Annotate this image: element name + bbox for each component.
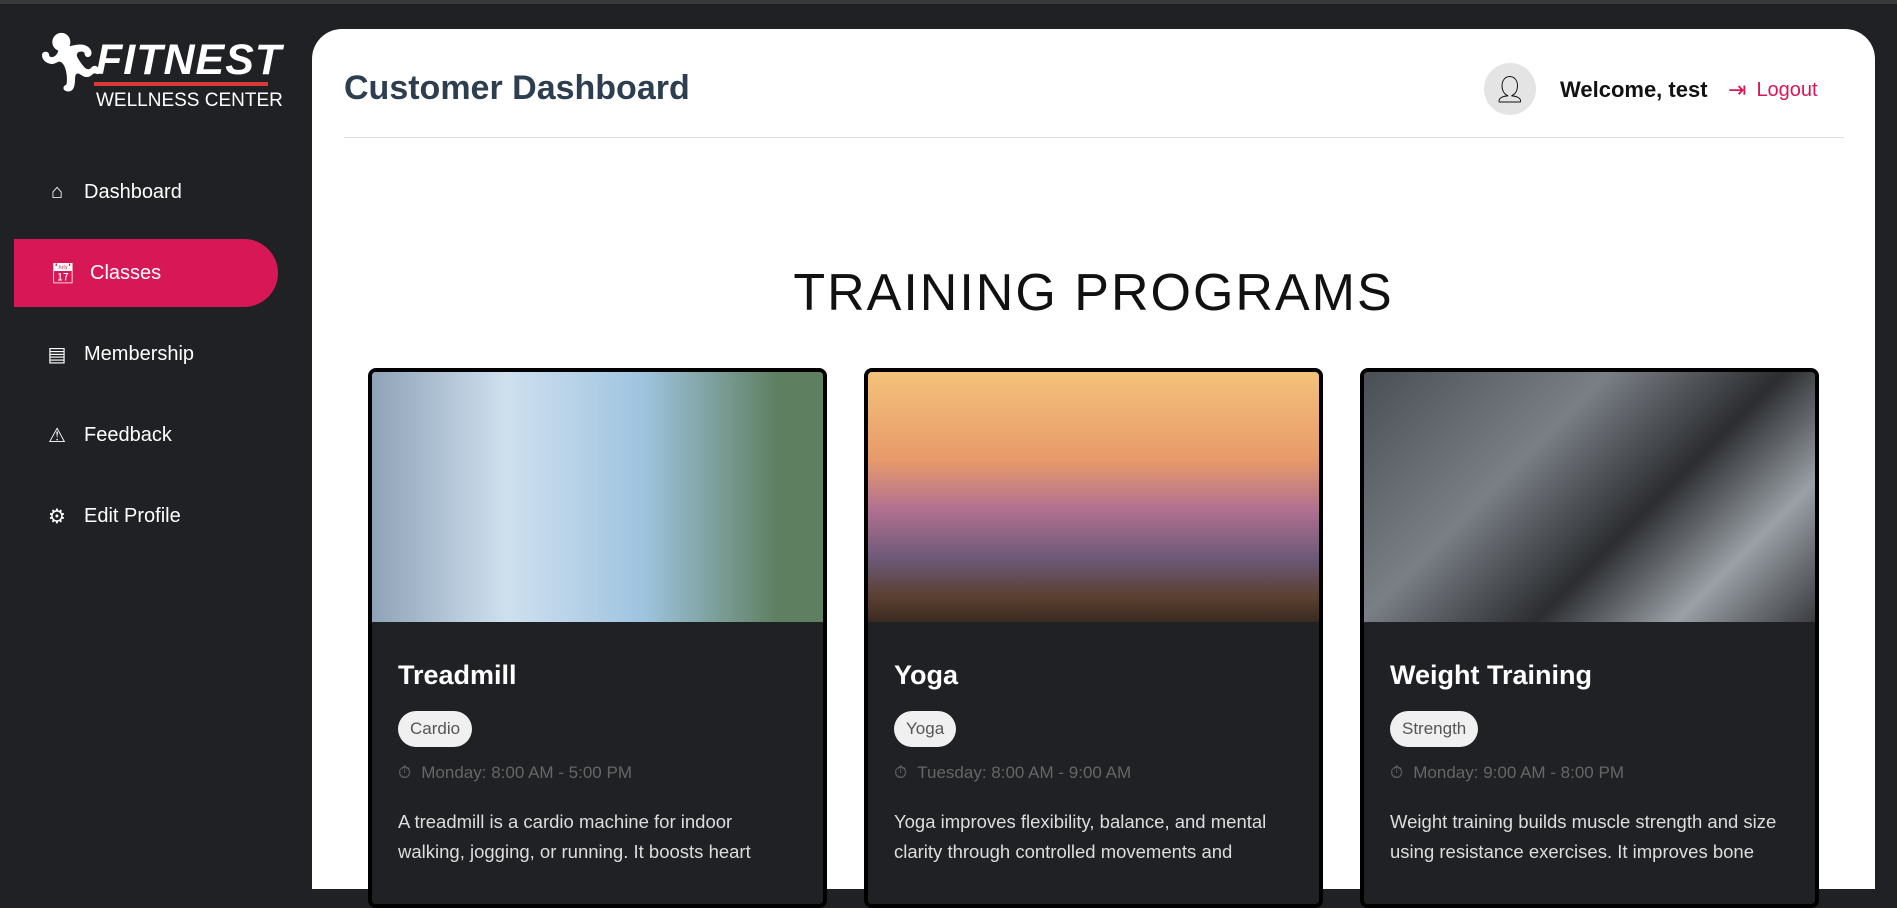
program-image — [868, 372, 1319, 622]
sidebar-item-label: Classes — [90, 261, 162, 284]
logo-divider — [94, 82, 268, 86]
sidebar-item-membership[interactable]: ▤ Membership — [14, 320, 278, 388]
sidebar-item-label: Feedback — [84, 423, 172, 446]
clock-icon: ⏱ — [1390, 763, 1404, 782]
welcome-text: Welcome, test — [1560, 77, 1708, 102]
avatar[interactable]: 👤︎ — [1484, 63, 1536, 115]
sidebar-item-classes[interactable]: 📅︎ Classes — [14, 239, 278, 307]
sidebar-item-label: Membership — [84, 342, 195, 365]
clock-icon: ⏱ — [894, 763, 908, 782]
section-title: TRAINING PROGRAMS — [793, 264, 1394, 322]
calendar-check-icon: 📅︎ — [50, 262, 76, 285]
schedule-text: Monday: 8:00 AM - 5:00 PM — [421, 763, 632, 782]
logout-icon: ⇥ — [1728, 77, 1747, 102]
program-description: Yoga improves flexibility, balance, and … — [894, 811, 1267, 862]
clock-icon: ⏱ — [398, 763, 412, 782]
program-image — [372, 372, 823, 622]
user-icon: 👤︎ — [1493, 73, 1527, 104]
program-title: Yoga — [894, 660, 959, 690]
logout-label: Logout — [1756, 78, 1818, 101]
program-description: A treadmill is a cardio machine for indo… — [398, 811, 751, 862]
feedback-icon: ⚠︎ — [48, 424, 66, 447]
logo-name: FITNEST — [96, 36, 283, 84]
sidebar-item-label: Dashboard — [84, 180, 182, 203]
sidebar-item-edit-profile[interactable]: ⚙︎ Edit Profile — [14, 482, 278, 550]
sidebar-nav: ⌂ Dashboard 📅︎ Classes ▤ Membership ⚠︎ Feedb… — [14, 158, 278, 563]
logo: 🏃︎ FITNEST WELLNESS CENTER — [34, 32, 284, 112]
logo-subtitle: WELLNESS CENTER — [96, 90, 283, 111]
user-gear-icon: ⚙︎ — [48, 505, 66, 528]
program-description: Weight training builds muscle strength a… — [1390, 811, 1777, 862]
program-card-weight-training[interactable]: Weight Training Strength ⏱ Monday: 9:00 A… — [1360, 368, 1819, 908]
sidebar-item-feedback[interactable]: ⚠︎ Feedback — [14, 401, 278, 469]
sidebar: 🏃︎ FITNEST WELLNESS CENTER ⌂ Dashboard 📅︎… — [0, 4, 312, 870]
program-card-yoga[interactable]: Yoga Yoga ⏱ Tuesday: 8:00 AM - 9:00 AM Yo… — [864, 368, 1323, 908]
program-schedule: ⏱ Monday: 9:00 AM - 8:00 PM — [1390, 763, 1789, 783]
schedule-text: Tuesday: 8:00 AM - 9:00 AM — [917, 763, 1132, 782]
sidebar-item-label: Edit Profile — [84, 504, 181, 527]
schedule-text: Monday: 9:00 AM - 8:00 PM — [1413, 763, 1624, 782]
program-tag: Strength — [1390, 711, 1479, 747]
program-schedule: ⏱ Tuesday: 8:00 AM - 9:00 AM — [894, 763, 1293, 783]
program-image — [1364, 372, 1815, 622]
main-panel: Customer Dashboard 👤︎ Welcome, test ⇥ Log… — [312, 29, 1875, 908]
program-tag: Cardio — [398, 711, 473, 747]
program-title: Weight Training — [1390, 660, 1592, 690]
header: Customer Dashboard 👤︎ Welcome, test ⇥ Log… — [344, 29, 1844, 138]
page-title: Customer Dashboard — [344, 69, 690, 107]
program-title: Treadmill — [398, 660, 517, 690]
id-card-icon: ▤ — [47, 343, 67, 366]
home-icon: ⌂ — [50, 180, 64, 203]
logout-button[interactable]: ⇥ Logout — [1728, 77, 1818, 103]
program-tag: Yoga — [894, 711, 957, 747]
sidebar-item-dashboard[interactable]: ⌂ Dashboard — [14, 158, 278, 226]
program-schedule: ⏱ Monday: 8:00 AM - 5:00 PM — [398, 763, 797, 783]
program-card-treadmill[interactable]: Treadmill Cardio ⏱ Monday: 8:00 AM - 5:00… — [368, 368, 827, 908]
